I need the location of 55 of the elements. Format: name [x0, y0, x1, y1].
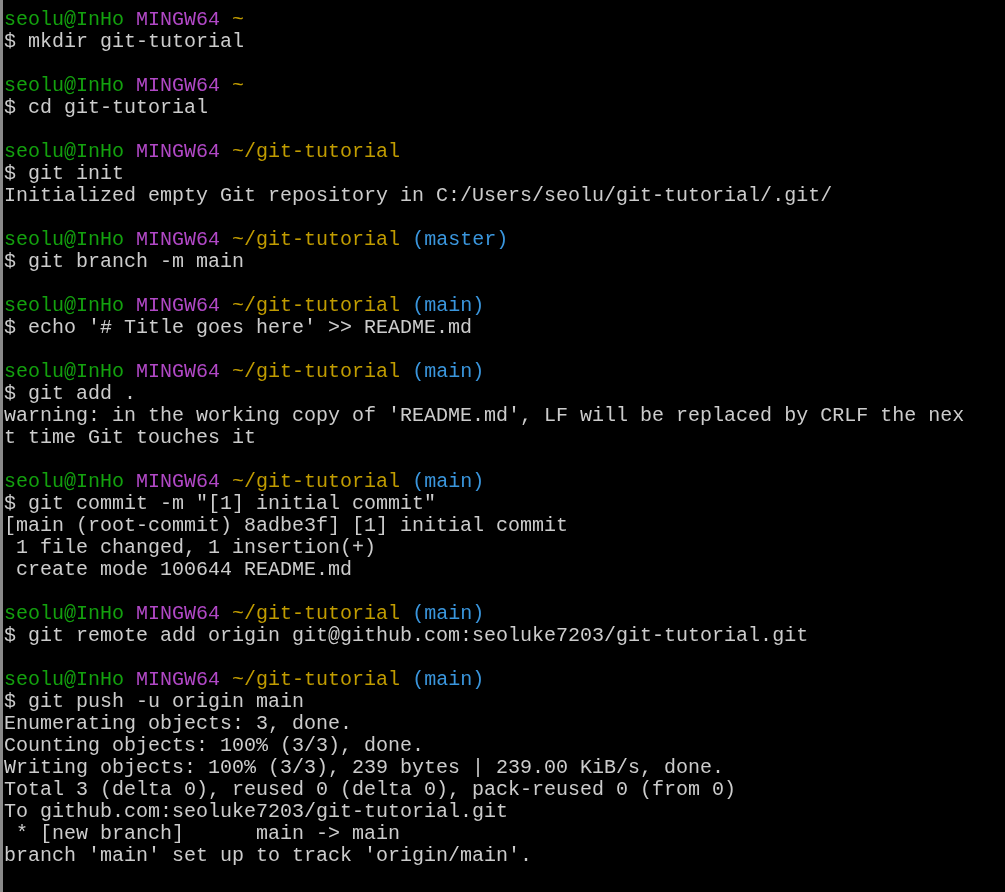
prompt-path: ~/git-tutorial	[232, 140, 401, 163]
prompt-branch: (master)	[412, 228, 509, 251]
prompt-system: MINGW64	[136, 470, 221, 493]
output-line: [main (root-commit) 8adbe3f] [1] initial commit	[4, 514, 569, 537]
prompt-system: MINGW64	[136, 668, 221, 691]
prompt-system: MINGW64	[136, 294, 221, 317]
prompt-user-host: seolu@InHo	[4, 228, 125, 251]
prompt-branch: (main)	[412, 360, 485, 383]
prompt-path: ~/git-tutorial	[232, 668, 401, 691]
output-line: Writing objects: 100% (3/3), 239 bytes | 239.00 KiB/s, done.	[4, 756, 725, 779]
prompt-user-host: seolu@InHo	[4, 470, 125, 493]
prompt-system: MINGW64	[136, 360, 221, 383]
prompt-branch: (main)	[412, 668, 485, 691]
command-line: $ mkdir git-tutorial	[4, 30, 245, 53]
output-line: Total 3 (delta 0), reused 0 (delta 0), pack-reused 0 (from 0)	[4, 778, 737, 801]
command-line: $ git remote add origin git@github.com:seoluke7203/git-tutorial.git	[4, 624, 809, 647]
output-line: Initialized empty Git repository in C:/Users/seolu/git-tutorial/.git/	[4, 184, 833, 207]
prompt-system: MINGW64	[136, 602, 221, 625]
prompt-path: ~/git-tutorial	[232, 470, 401, 493]
output-line: 1 file changed, 1 insertion(+)	[15, 536, 377, 559]
output-line: warning: in the working copy of 'README.md', LF will be replaced by CRLF the nex	[4, 404, 965, 427]
output-line: branch 'main' set up to track 'origin/main'.	[4, 844, 533, 867]
prompt-path: ~	[232, 74, 245, 97]
command-line: $ git add .	[4, 382, 137, 405]
prompt-user-host: seolu@InHo	[4, 668, 125, 691]
prompt-user-host: seolu@InHo	[4, 74, 125, 97]
prompt-branch: (main)	[412, 294, 485, 317]
prompt-path: ~/git-tutorial	[232, 294, 401, 317]
command-line: $ git branch -m main	[4, 250, 245, 273]
output-line: t time Git touches it	[4, 426, 257, 449]
prompt-branch: (main)	[412, 602, 485, 625]
prompt-user-host: seolu@InHo	[4, 140, 125, 163]
prompt-path: ~/git-tutorial	[232, 228, 401, 251]
prompt-path: ~/git-tutorial	[232, 360, 401, 383]
prompt-user-host: seolu@InHo	[4, 360, 125, 383]
prompt-system: MINGW64	[136, 140, 221, 163]
prompt-user-host: seolu@InHo	[4, 602, 125, 625]
command-line: $ echo '# Title goes here' >> README.md	[4, 316, 473, 339]
prompt-path: ~	[232, 8, 245, 31]
output-line: To github.com:seoluke7203/git-tutorial.git	[4, 800, 509, 823]
prompt-system: MINGW64	[136, 8, 221, 31]
prompt-user-host: seolu@InHo	[4, 294, 125, 317]
command-line: $ git init	[4, 162, 125, 185]
command-line: $ git commit -m "[1] initial commit"	[4, 492, 437, 515]
output-line: * [new branch] main -> main	[15, 822, 401, 845]
output-line: Counting objects: 100% (3/3), done.	[4, 734, 425, 757]
output-line: create mode 100644 README.md	[15, 558, 353, 581]
prompt-system: MINGW64	[136, 74, 221, 97]
prompt-branch: (main)	[412, 470, 485, 493]
output-line: Enumerating objects: 3, done.	[4, 712, 353, 735]
command-line: $ cd git-tutorial	[4, 96, 209, 119]
prompt-path: ~/git-tutorial	[232, 602, 401, 625]
command-line: $ git push -u origin main	[4, 690, 305, 713]
prompt-user-host: seolu@InHo	[4, 8, 125, 31]
prompt-system: MINGW64	[136, 228, 221, 251]
